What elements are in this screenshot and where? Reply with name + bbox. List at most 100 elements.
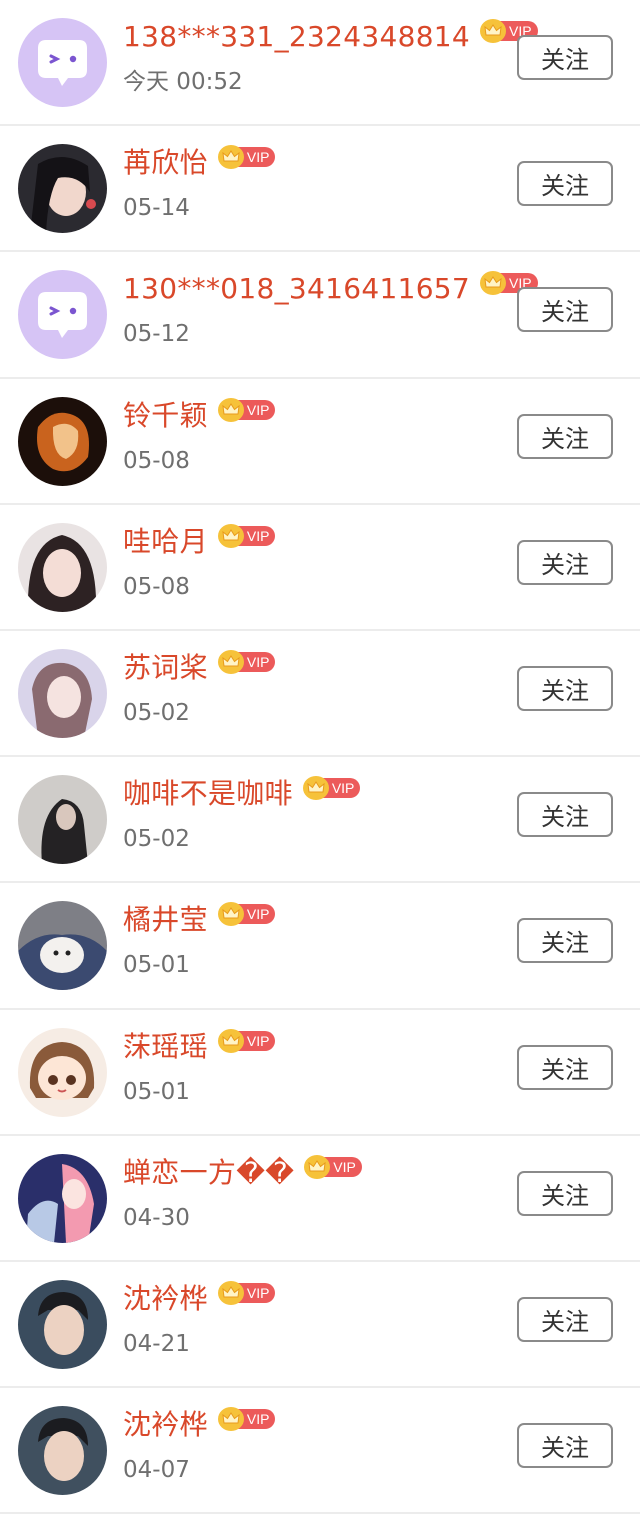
name-line: 哇哈月 VIP bbox=[123, 522, 276, 562]
list-item[interactable]: 橘井莹 VIP 05-01 关注 bbox=[0, 883, 640, 1010]
avatar[interactable] bbox=[18, 18, 107, 107]
photo-avatar-11 bbox=[18, 1406, 107, 1496]
list-item[interactable]: 苏词桨 VIP 05-02 关注 bbox=[0, 631, 640, 758]
date: 05-02 bbox=[123, 699, 190, 726]
date: 05-08 bbox=[123, 573, 190, 600]
user-name[interactable]: 130***018_3416411657 bbox=[123, 269, 470, 309]
photo-avatar-9 bbox=[18, 1153, 107, 1243]
crown-icon bbox=[217, 1280, 244, 1305]
user-name[interactable]: 苒欣怡 bbox=[123, 143, 208, 183]
date: 今天 00:52 bbox=[123, 69, 243, 95]
list-item[interactable]: 咖啡不是咖啡 VIP 05-02 关注 bbox=[0, 757, 640, 884]
follow-button[interactable]: 关注 bbox=[517, 161, 613, 207]
user-name[interactable]: 哇哈月 bbox=[123, 522, 208, 562]
follow-button[interactable]: 关注 bbox=[517, 1423, 613, 1469]
name-line: 苏词桨 VIP bbox=[123, 648, 276, 688]
vip-badge: VIP bbox=[302, 776, 361, 801]
user-name[interactable]: 138***331_2324348814 bbox=[123, 17, 470, 57]
list-item[interactable]: 138***331_2324348814 VIP 今天 00:52 关注 bbox=[0, 0, 640, 127]
vip-badge: VIP bbox=[217, 902, 276, 927]
follow-button[interactable]: 关注 bbox=[517, 413, 613, 459]
list-item[interactable]: 苒欣怡 VIP 05-14 关注 bbox=[0, 126, 640, 253]
user-name[interactable]: 橘井莹 bbox=[123, 900, 208, 940]
photo-avatar-7 bbox=[18, 901, 107, 991]
avatar[interactable] bbox=[18, 1027, 107, 1117]
crown-icon bbox=[217, 397, 244, 422]
name-line: 蝉恋一方�� VIP bbox=[123, 1153, 362, 1193]
photo-avatar-1 bbox=[18, 144, 107, 234]
user-name[interactable]: 咖啡不是咖啡 bbox=[123, 774, 293, 814]
list-item[interactable]: 铃千颖 VIP 05-08 关注 bbox=[0, 379, 640, 505]
follow-button[interactable]: 关注 bbox=[517, 35, 613, 80]
name-line: 咖啡不是咖啡 VIP bbox=[123, 774, 361, 814]
follower-list: 138***331_2324348814 VIP 今天 00:52 关注 苒欣怡… bbox=[0, 0, 640, 1514]
avatar[interactable] bbox=[18, 648, 107, 738]
vip-badge: VIP bbox=[217, 397, 276, 422]
avatar[interactable] bbox=[18, 270, 107, 360]
name-line: 130***018_3416411657 VIP bbox=[123, 269, 538, 309]
list-item[interactable]: 哇哈月 VIP 05-08 关注 bbox=[0, 505, 640, 631]
avatar[interactable] bbox=[18, 901, 107, 991]
vip-badge: VIP bbox=[217, 1028, 276, 1053]
cartoon-avatar bbox=[18, 1027, 107, 1117]
list-item[interactable]: 沈衿桦 VIP 04-07 关注 bbox=[0, 1388, 640, 1514]
photo-avatar-5 bbox=[18, 648, 107, 738]
name-line: 苒欣怡 VIP bbox=[123, 143, 276, 183]
avatar[interactable] bbox=[18, 775, 107, 865]
user-name[interactable]: 沈衿桦 bbox=[123, 1405, 208, 1445]
name-line: 沈衿桦 VIP bbox=[123, 1279, 276, 1319]
user-name[interactable]: 苏词桨 bbox=[123, 648, 208, 688]
list-item[interactable]: 沈衿桦 VIP 04-21 关注 bbox=[0, 1262, 640, 1389]
follow-button[interactable]: 关注 bbox=[517, 1170, 613, 1216]
avatar[interactable] bbox=[18, 522, 107, 612]
avatar[interactable] bbox=[18, 1279, 107, 1369]
crown-icon bbox=[302, 776, 329, 801]
name-line: 沈衿桦 VIP bbox=[123, 1405, 276, 1445]
list-item[interactable]: 蝉恋一方�� VIP 04-30 关注 bbox=[0, 1136, 640, 1262]
avatar[interactable] bbox=[18, 144, 107, 234]
name-line: 橘井莹 VIP bbox=[123, 900, 276, 940]
crown-icon bbox=[217, 523, 244, 548]
vip-badge: VIP bbox=[217, 1407, 276, 1432]
vip-badge: VIP bbox=[217, 145, 276, 170]
list-item[interactable]: 130***018_3416411657 VIP 05-12 关注 bbox=[0, 252, 640, 379]
photo-avatar-3 bbox=[18, 396, 107, 486]
date: 04-07 bbox=[123, 1457, 190, 1484]
avatar[interactable] bbox=[18, 1153, 107, 1243]
crown-icon bbox=[217, 145, 244, 170]
date: 05-12 bbox=[123, 321, 190, 348]
vip-badge: VIP bbox=[217, 523, 276, 548]
vip-badge: VIP bbox=[217, 649, 276, 674]
user-name[interactable]: 莯瑶瑶 bbox=[123, 1027, 208, 1067]
user-name[interactable]: 铃千颖 bbox=[123, 396, 208, 436]
date: 04-21 bbox=[123, 1330, 190, 1357]
photo-avatar-4 bbox=[18, 522, 107, 612]
name-line: 铃千颖 VIP bbox=[123, 396, 276, 436]
follow-button[interactable]: 关注 bbox=[517, 1044, 613, 1090]
crown-icon bbox=[480, 271, 507, 296]
follow-button[interactable]: 关注 bbox=[517, 287, 613, 333]
follow-button[interactable]: 关注 bbox=[517, 918, 613, 964]
date: 05-01 bbox=[123, 952, 190, 979]
follow-button[interactable]: 关注 bbox=[517, 792, 613, 838]
crown-icon bbox=[217, 649, 244, 674]
chat-bubble-icon bbox=[18, 18, 107, 107]
follow-button[interactable]: 关注 bbox=[517, 1296, 613, 1342]
photo-avatar-6 bbox=[18, 775, 107, 865]
date: 04-30 bbox=[123, 1204, 190, 1231]
vip-badge: VIP bbox=[304, 1154, 362, 1179]
date: 05-14 bbox=[123, 195, 190, 222]
date: 05-01 bbox=[123, 1078, 190, 1105]
user-name[interactable]: 蝉恋一方�� bbox=[123, 1153, 294, 1193]
date: 05-08 bbox=[123, 447, 190, 474]
crown-icon bbox=[217, 1028, 244, 1053]
follow-button[interactable]: 关注 bbox=[517, 539, 613, 585]
avatar[interactable] bbox=[18, 1406, 107, 1496]
crown-icon bbox=[480, 19, 507, 43]
vip-badge: VIP bbox=[217, 1280, 276, 1305]
avatar[interactable] bbox=[18, 396, 107, 486]
crown-icon bbox=[217, 1407, 244, 1432]
list-item[interactable]: 莯瑶瑶 VIP 05-01 关注 bbox=[0, 1010, 640, 1136]
user-name[interactable]: 沈衿桦 bbox=[123, 1279, 208, 1319]
follow-button[interactable]: 关注 bbox=[517, 665, 613, 711]
